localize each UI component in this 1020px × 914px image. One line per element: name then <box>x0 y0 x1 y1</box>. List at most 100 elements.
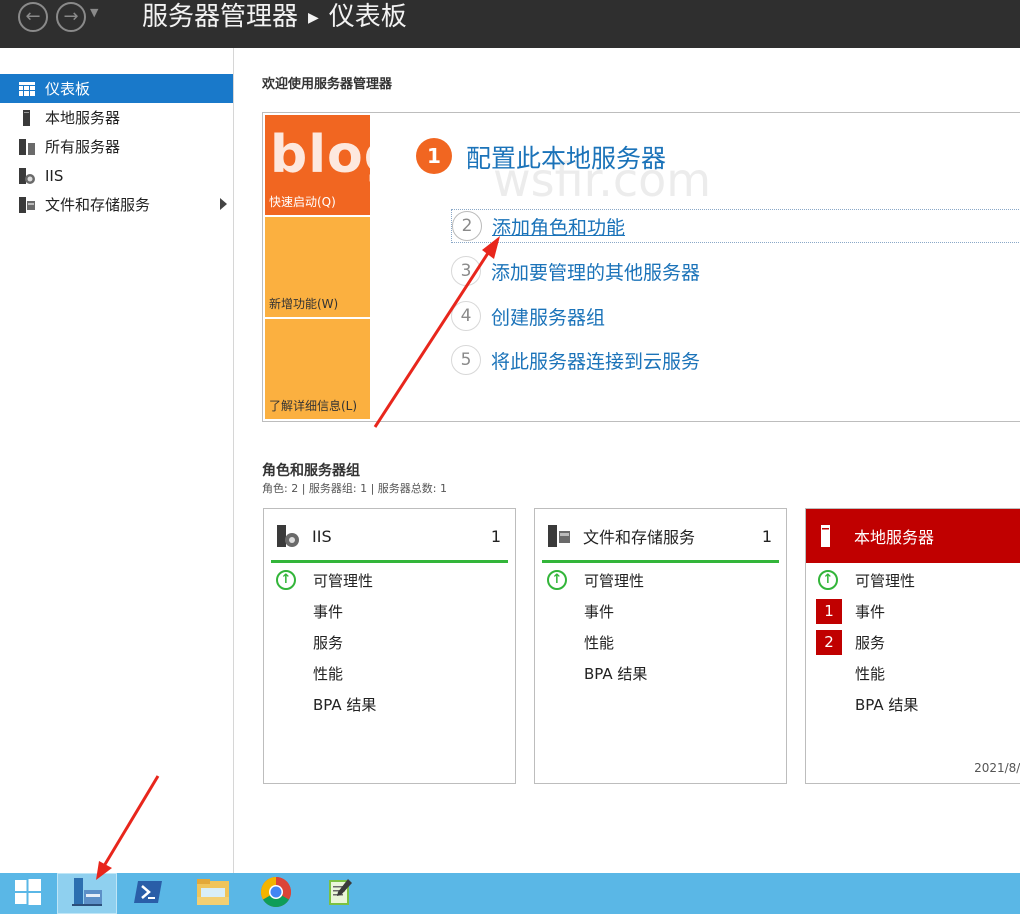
iis-icon <box>277 525 299 547</box>
step-connect-cloud[interactable]: 5 将此服务器连接到云服务 <box>451 343 700 377</box>
add-roles-features-link[interactable]: 添加角色和功能 <box>492 213 625 240</box>
card-count: 1 <box>761 527 772 546</box>
learn-more-label: 了解详细信息(L) <box>269 399 358 413</box>
card-header[interactable]: 文件和存储服务 1 <box>535 509 786 563</box>
row-label: 性能 <box>584 634 615 652</box>
notepad-icon <box>325 877 355 911</box>
card-title: IIS <box>312 526 332 546</box>
row-label: BPA 结果 <box>313 696 377 714</box>
title-bar: ← → ▼ 服务器管理器 ▶ 仪表板 <box>0 0 1020 48</box>
iis-icon <box>18 167 36 185</box>
card-title: 本地服务器 <box>854 528 935 547</box>
connect-cloud-link[interactable]: 将此服务器连接到云服务 <box>491 347 700 374</box>
step-1-number: 1 <box>416 138 452 174</box>
row-manageability[interactable]: ↑ 可管理性 <box>264 565 515 596</box>
taskbar-server-manager[interactable] <box>57 873 117 914</box>
card-title: 文件和存储服务 <box>583 528 696 547</box>
row-services[interactable]: 2 服务 <box>806 627 1020 658</box>
services-alert-badge: 2 <box>816 630 842 655</box>
taskbar-powershell[interactable] <box>120 873 176 914</box>
step-number: 5 <box>451 345 481 375</box>
step-add-roles[interactable]: 2 添加角色和功能 <box>451 209 1020 243</box>
sidebar-item-dashboard[interactable]: 仪表板 <box>0 74 233 103</box>
row-label: 性能 <box>313 665 344 683</box>
row-performance[interactable]: 性能 <box>264 658 515 689</box>
row-label: 服务 <box>855 634 886 652</box>
file-storage-icon <box>548 525 570 547</box>
role-card-iis[interactable]: IIS 1 ↑ 可管理性 事件 服务 性能 BPA 结果 <box>263 508 516 784</box>
sidebar-item-iis[interactable]: IIS <box>0 161 233 190</box>
page-title: 仪表板 <box>328 2 407 32</box>
roles-summary: 角色: 2 | 服务器组: 1 | 服务器总数: 1 <box>262 482 448 495</box>
row-label: 服务 <box>313 634 344 652</box>
dashboard-icon <box>18 80 36 98</box>
step-number: 2 <box>452 211 482 241</box>
row-events[interactable]: 事件 <box>535 596 786 627</box>
row-label: 可管理性 <box>584 572 645 590</box>
new-features-label: 新增功能(W) <box>269 297 339 311</box>
step-number: 4 <box>451 301 481 331</box>
step-create-group[interactable]: 4 创建服务器组 <box>451 299 605 333</box>
status-ok-icon: ↑ <box>818 570 838 590</box>
row-bpa[interactable]: BPA 结果 <box>264 689 515 720</box>
back-icon[interactable]: ← <box>18 2 48 32</box>
chrome-icon <box>260 876 292 912</box>
new-features-tile[interactable]: 新增功能(W) <box>265 217 370 317</box>
step-number: 3 <box>451 256 481 286</box>
row-events[interactable]: 1 事件 <box>806 596 1020 627</box>
sidebar-item-all-servers[interactable]: 所有服务器 <box>0 132 233 161</box>
forward-icon[interactable]: → <box>56 2 86 32</box>
role-card-local-server[interactable]: 本地服务器 ↑ 可管理性 1 事件 2 服务 性能 BPA 结果 2021/8/5 <box>805 508 1020 784</box>
quick-start-tile[interactable]: blog. 快速启动(Q) <box>265 115 422 215</box>
sidebar-item-label: 所有服务器 <box>45 138 121 156</box>
role-card-file-storage[interactable]: 文件和存储服务 1 ↑ 可管理性 事件 性能 BPA 结果 <box>534 508 787 784</box>
status-ok-icon: ↑ <box>547 570 567 590</box>
card-header[interactable]: IIS 1 <box>264 509 515 563</box>
status-ok-bar <box>542 560 779 563</box>
events-alert-badge: 1 <box>816 599 842 624</box>
configure-local-server-link[interactable]: 配置此本地服务器 <box>466 139 666 175</box>
server-icon <box>819 525 841 547</box>
history-dropdown-icon[interactable]: ▼ <box>90 6 98 19</box>
sidebar: 仪表板 本地服务器 所有服务器 IIS 文件和存储服务 <box>0 48 234 873</box>
row-services[interactable]: 服务 <box>264 627 515 658</box>
sidebar-item-label: 文件和存储服务 <box>45 196 151 214</box>
row-manageability[interactable]: ↑ 可管理性 <box>535 565 786 596</box>
row-bpa[interactable]: BPA 结果 <box>806 689 1020 720</box>
card-header[interactable]: 本地服务器 <box>806 509 1020 563</box>
row-label: 事件 <box>313 603 344 621</box>
row-events[interactable]: 事件 <box>264 596 515 627</box>
row-bpa[interactable]: BPA 结果 <box>535 658 786 689</box>
watermark: blog. <box>270 125 423 185</box>
row-performance[interactable]: 性能 <box>535 627 786 658</box>
sidebar-item-label: 仪表板 <box>45 80 91 98</box>
sidebar-item-label: 本地服务器 <box>45 109 121 127</box>
row-label: BPA 结果 <box>855 696 919 714</box>
status-ok-bar <box>271 560 508 563</box>
sidebar-item-file-storage[interactable]: 文件和存储服务 <box>0 190 233 219</box>
row-label: 可管理性 <box>855 572 916 590</box>
step-add-servers[interactable]: 3 添加要管理的其他服务器 <box>451 254 700 288</box>
sidebar-item-local-server[interactable]: 本地服务器 <box>0 103 233 132</box>
add-servers-link[interactable]: 添加要管理的其他服务器 <box>491 258 700 285</box>
taskbar-file-explorer[interactable] <box>185 873 241 914</box>
server-manager-icon <box>70 876 104 912</box>
windows-logo-icon <box>15 878 41 909</box>
row-performance[interactable]: 性能 <box>806 658 1020 689</box>
status-ok-icon: ↑ <box>276 570 296 590</box>
sidebar-item-label: IIS <box>45 166 64 185</box>
powershell-icon <box>133 878 163 910</box>
start-button[interactable] <box>0 873 56 914</box>
expand-arrow-icon[interactable] <box>220 198 227 210</box>
row-label: 可管理性 <box>313 572 374 590</box>
taskbar-chrome[interactable] <box>248 873 304 914</box>
create-server-group-link[interactable]: 创建服务器组 <box>491 303 605 330</box>
row-label: 事件 <box>584 603 615 621</box>
quick-start-label: 快速启动(Q) <box>269 195 336 209</box>
row-label: 事件 <box>855 603 886 621</box>
breadcrumb: 服务器管理器 ▶ 仪表板 <box>142 0 407 35</box>
learn-more-tile[interactable]: 了解详细信息(L) <box>265 319 370 419</box>
taskbar-notepad[interactable] <box>312 873 368 914</box>
row-manageability[interactable]: ↑ 可管理性 <box>806 565 1020 596</box>
app-title: 服务器管理器 <box>142 2 299 32</box>
